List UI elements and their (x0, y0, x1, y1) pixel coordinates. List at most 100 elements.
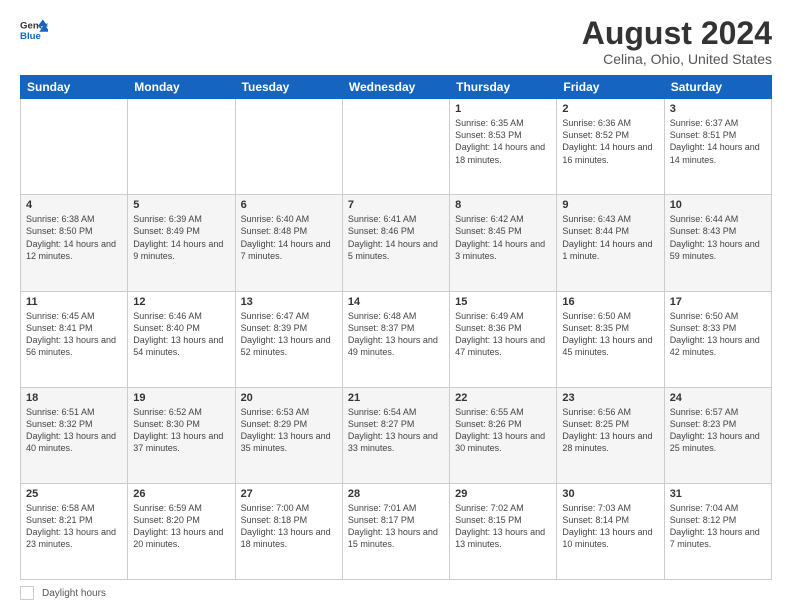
calendar-cell: 11 Sunrise: 6:45 AM Sunset: 8:41 PM Dayli… (21, 291, 128, 387)
main-title: August 2024 (582, 16, 772, 51)
day-info: Sunrise: 7:01 AM Sunset: 8:17 PM Dayligh… (348, 502, 444, 551)
calendar-cell: 14 Sunrise: 6:48 AM Sunset: 8:37 PM Dayli… (342, 291, 449, 387)
day-info: Sunrise: 6:40 AM Sunset: 8:48 PM Dayligh… (241, 213, 337, 262)
day-info: Sunrise: 6:38 AM Sunset: 8:50 PM Dayligh… (26, 213, 122, 262)
calendar-cell: 7Sunrise: 6:41 AM Sunset: 8:46 PM Daylig… (342, 195, 449, 291)
calendar-cell: 15 Sunrise: 6:49 AM Sunset: 8:36 PM Dayli… (450, 291, 557, 387)
day-info: Sunrise: 6:41 AM Sunset: 8:46 PM Dayligh… (348, 213, 444, 262)
day-number: 14 (348, 296, 444, 308)
day-info: Sunrise: 7:00 AM Sunset: 8:18 PM Dayligh… (241, 502, 337, 551)
calendar: SundayMondayTuesdayWednesdayThursdayFrid… (20, 75, 772, 580)
logo-icon: General Blue (20, 16, 48, 44)
day-number: 22 (455, 392, 551, 404)
calendar-cell: 23Sunrise: 6:56 AM Sunset: 8:25 PM Dayli… (557, 387, 664, 483)
day-number: 25 (26, 488, 122, 500)
calendar-cell: 8Sunrise: 6:42 AM Sunset: 8:45 PM Daylig… (450, 195, 557, 291)
day-info: Sunrise: 6:50 AM Sunset: 8:33 PM Dayligh… (670, 310, 766, 359)
day-number: 11 (26, 296, 122, 308)
calendar-cell: 26 Sunrise: 6:59 AM Sunset: 8:20 PM Dayli… (128, 483, 235, 579)
calendar-cell (235, 99, 342, 195)
calendar-header-monday: Monday (128, 76, 235, 99)
legend: Daylight hours (20, 586, 772, 600)
header: General Blue August 2024 Celina, Ohio, U… (20, 16, 772, 67)
day-number: 20 (241, 392, 337, 404)
day-info: Sunrise: 6:43 AM Sunset: 8:44 PM Dayligh… (562, 213, 658, 262)
calendar-cell (21, 99, 128, 195)
day-info: Sunrise: 6:52 AM Sunset: 8:30 PM Dayligh… (133, 406, 229, 455)
day-info: Sunrise: 6:49 AM Sunset: 8:36 PM Dayligh… (455, 310, 551, 359)
calendar-header-friday: Friday (557, 76, 664, 99)
day-number: 12 (133, 296, 229, 308)
day-info: Sunrise: 6:54 AM Sunset: 8:27 PM Dayligh… (348, 406, 444, 455)
day-info: Sunrise: 6:44 AM Sunset: 8:43 PM Dayligh… (670, 213, 766, 262)
calendar-header-row: SundayMondayTuesdayWednesdayThursdayFrid… (21, 76, 772, 99)
calendar-cell: 30Sunrise: 7:03 AM Sunset: 8:14 PM Dayli… (557, 483, 664, 579)
day-info: Sunrise: 6:58 AM Sunset: 8:21 PM Dayligh… (26, 502, 122, 551)
calendar-cell: 20Sunrise: 6:53 AM Sunset: 8:29 PM Dayli… (235, 387, 342, 483)
calendar-week-1: 1 Sunrise: 6:35 AM Sunset: 8:53 PM Daylig… (21, 99, 772, 195)
day-number: 2 (562, 103, 658, 115)
day-number: 5 (133, 199, 229, 211)
day-number: 29 (455, 488, 551, 500)
calendar-cell: 12 Sunrise: 6:46 AM Sunset: 8:40 PM Dayli… (128, 291, 235, 387)
calendar-week-5: 25 Sunrise: 6:58 AM Sunset: 8:21 PM Dayli… (21, 483, 772, 579)
day-info: Sunrise: 6:35 AM Sunset: 8:53 PM Dayligh… (455, 117, 551, 166)
calendar-cell: 24 Sunrise: 6:57 AM Sunset: 8:23 PM Dayli… (664, 387, 771, 483)
day-number: 31 (670, 488, 766, 500)
day-number: 18 (26, 392, 122, 404)
day-number: 15 (455, 296, 551, 308)
calendar-cell: 29 Sunrise: 7:02 AM Sunset: 8:15 PM Dayli… (450, 483, 557, 579)
calendar-header-sunday: Sunday (21, 76, 128, 99)
calendar-cell: 25 Sunrise: 6:58 AM Sunset: 8:21 PM Dayli… (21, 483, 128, 579)
calendar-header-wednesday: Wednesday (342, 76, 449, 99)
calendar-cell: 18 Sunrise: 6:51 AM Sunset: 8:32 PM Dayli… (21, 387, 128, 483)
day-info: Sunrise: 7:02 AM Sunset: 8:15 PM Dayligh… (455, 502, 551, 551)
calendar-cell (342, 99, 449, 195)
page: General Blue August 2024 Celina, Ohio, U… (0, 0, 792, 612)
calendar-cell: 3Sunrise: 6:37 AM Sunset: 8:51 PM Daylig… (664, 99, 771, 195)
calendar-cell: 31 Sunrise: 7:04 AM Sunset: 8:12 PM Dayli… (664, 483, 771, 579)
calendar-cell: 6 Sunrise: 6:40 AM Sunset: 8:48 PM Daylig… (235, 195, 342, 291)
day-info: Sunrise: 6:57 AM Sunset: 8:23 PM Dayligh… (670, 406, 766, 455)
title-block: August 2024 Celina, Ohio, United States (582, 16, 772, 67)
calendar-header-thursday: Thursday (450, 76, 557, 99)
day-info: Sunrise: 6:45 AM Sunset: 8:41 PM Dayligh… (26, 310, 122, 359)
calendar-cell: 19Sunrise: 6:52 AM Sunset: 8:30 PM Dayli… (128, 387, 235, 483)
day-number: 26 (133, 488, 229, 500)
day-info: Sunrise: 6:46 AM Sunset: 8:40 PM Dayligh… (133, 310, 229, 359)
calendar-cell: 10Sunrise: 6:44 AM Sunset: 8:43 PM Dayli… (664, 195, 771, 291)
day-info: Sunrise: 7:03 AM Sunset: 8:14 PM Dayligh… (562, 502, 658, 551)
calendar-week-3: 11 Sunrise: 6:45 AM Sunset: 8:41 PM Dayli… (21, 291, 772, 387)
day-number: 13 (241, 296, 337, 308)
day-number: 1 (455, 103, 551, 115)
calendar-cell: 2 Sunrise: 6:36 AM Sunset: 8:52 PM Daylig… (557, 99, 664, 195)
day-number: 24 (670, 392, 766, 404)
calendar-week-2: 4Sunrise: 6:38 AM Sunset: 8:50 PM Daylig… (21, 195, 772, 291)
calendar-header-tuesday: Tuesday (235, 76, 342, 99)
day-info: Sunrise: 6:48 AM Sunset: 8:37 PM Dayligh… (348, 310, 444, 359)
day-number: 6 (241, 199, 337, 211)
day-number: 27 (241, 488, 337, 500)
calendar-header-saturday: Saturday (664, 76, 771, 99)
day-number: 28 (348, 488, 444, 500)
day-info: Sunrise: 6:39 AM Sunset: 8:49 PM Dayligh… (133, 213, 229, 262)
day-info: Sunrise: 7:04 AM Sunset: 8:12 PM Dayligh… (670, 502, 766, 551)
day-number: 16 (562, 296, 658, 308)
day-info: Sunrise: 6:56 AM Sunset: 8:25 PM Dayligh… (562, 406, 658, 455)
legend-box (20, 586, 34, 600)
calendar-week-4: 18 Sunrise: 6:51 AM Sunset: 8:32 PM Dayli… (21, 387, 772, 483)
calendar-cell (128, 99, 235, 195)
calendar-cell: 16 Sunrise: 6:50 AM Sunset: 8:35 PM Dayli… (557, 291, 664, 387)
day-number: 17 (670, 296, 766, 308)
day-info: Sunrise: 6:42 AM Sunset: 8:45 PM Dayligh… (455, 213, 551, 262)
calendar-cell: 9Sunrise: 6:43 AM Sunset: 8:44 PM Daylig… (557, 195, 664, 291)
day-info: Sunrise: 6:50 AM Sunset: 8:35 PM Dayligh… (562, 310, 658, 359)
calendar-cell: 5 Sunrise: 6:39 AM Sunset: 8:49 PM Daylig… (128, 195, 235, 291)
day-info: Sunrise: 6:55 AM Sunset: 8:26 PM Dayligh… (455, 406, 551, 455)
calendar-cell: 17 Sunrise: 6:50 AM Sunset: 8:33 PM Dayli… (664, 291, 771, 387)
day-number: 21 (348, 392, 444, 404)
day-info: Sunrise: 6:51 AM Sunset: 8:32 PM Dayligh… (26, 406, 122, 455)
day-info: Sunrise: 6:36 AM Sunset: 8:52 PM Dayligh… (562, 117, 658, 166)
logo: General Blue (20, 16, 48, 44)
day-info: Sunrise: 6:59 AM Sunset: 8:20 PM Dayligh… (133, 502, 229, 551)
